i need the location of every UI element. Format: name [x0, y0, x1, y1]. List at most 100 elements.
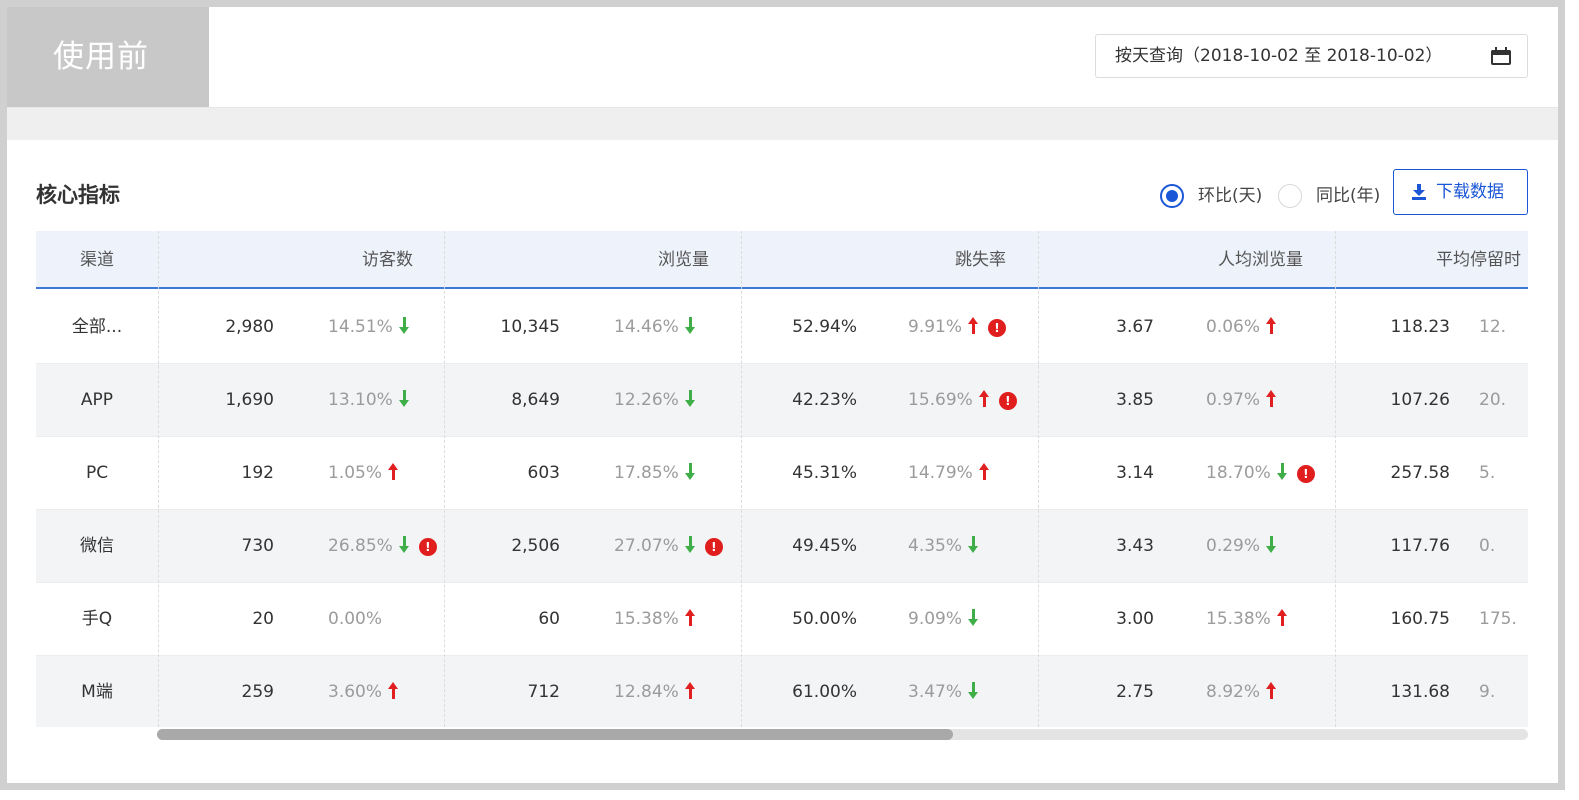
arrow-up-icon — [684, 609, 695, 626]
change-percent: 12.26% — [614, 390, 679, 410]
cell-bounce-change: 9.09% — [908, 583, 979, 656]
cell-bounce-value: 52.94% — [792, 317, 857, 337]
alert-icon[interactable]: ! — [704, 538, 723, 556]
arrow-down-icon — [684, 463, 695, 480]
radio-dot-checked — [1160, 184, 1184, 208]
cell-stay-change: 175. — [1479, 609, 1517, 629]
cell-visitors-change: 13.10% — [328, 364, 409, 437]
change-percent: 14.46% — [614, 317, 679, 337]
change-percent: 15.69% — [908, 390, 973, 410]
change-percent: 15.38% — [1206, 609, 1271, 629]
change-percent: 14.79% — [908, 463, 973, 483]
page-frame: 使用前 按天查询（2018-10-02 至 2018-10-02） 核心指标 环… — [0, 0, 1565, 790]
change-percent: 0.06% — [1206, 317, 1261, 337]
cell-stay-value: 107.26 — [1390, 390, 1450, 410]
cell-bounce-change: 4.35% — [908, 510, 979, 583]
arrow-up-icon — [1266, 317, 1277, 334]
change-percent: 18.70% — [1206, 463, 1271, 483]
change-percent: 13.10% — [328, 390, 393, 410]
date-range-picker[interactable]: 按天查询（2018-10-02 至 2018-10-02） — [1095, 34, 1528, 78]
arrow-up-icon — [1266, 390, 1277, 407]
change-percent: 17.85% — [614, 463, 679, 483]
cell-bounce-value: 42.23% — [792, 390, 857, 410]
arrow-down-icon — [684, 536, 695, 553]
cell-bounce-change: 3.47% — [908, 656, 979, 727]
cell-avgpv-value: 2.75 — [1116, 682, 1154, 702]
top-bar: 使用前 按天查询（2018-10-02 至 2018-10-02） — [7, 7, 1558, 107]
cell-bounce-change: 15.69%! — [908, 364, 1017, 437]
arrow-down-icon — [968, 609, 979, 626]
cell-pv-change: 27.07%! — [614, 510, 723, 583]
column-header-avg-pageviews[interactable]: 人均浏览量 — [1038, 231, 1303, 289]
horizontal-scrollbar[interactable] — [157, 729, 1528, 740]
column-header-visitors[interactable]: 访客数 — [158, 231, 413, 289]
arrow-up-icon — [388, 463, 399, 480]
column-divider — [158, 231, 159, 727]
cell-bounce-value: 45.31% — [792, 463, 857, 483]
cell-pv-change: 12.26% — [614, 364, 695, 437]
table-header: 渠道 访客数 浏览量 跳失率 人均浏览量 平均停留时 — [36, 231, 1528, 289]
arrow-up-icon — [968, 317, 979, 334]
column-header-bounce-rate[interactable]: 跳失率 — [741, 231, 1006, 289]
cell-avgpv-change: 15.38% — [1206, 583, 1287, 656]
cell-visitors-change: 26.85%! — [328, 510, 437, 583]
cell-avgpv-change: 8.92% — [1206, 656, 1277, 727]
radio-day-over-day[interactable]: 环比(天) — [1160, 181, 1270, 211]
before-badge: 使用前 — [7, 7, 209, 107]
divider-band — [7, 107, 1558, 140]
change-percent: 9.09% — [908, 609, 963, 629]
download-label: 下载数据 — [1436, 182, 1504, 202]
cell-channel: 全部... — [71, 317, 123, 337]
cell-visitors-value: 730 — [241, 536, 274, 556]
column-divider — [1038, 231, 1039, 727]
cell-pv-change: 15.38% — [614, 583, 695, 656]
cell-avgpv-change: 18.70%! — [1206, 437, 1315, 510]
change-percent: 0.29% — [1206, 536, 1261, 556]
change-percent: 3.47% — [908, 682, 963, 702]
cell-visitors-change: 14.51% — [328, 291, 409, 364]
arrow-down-icon — [398, 536, 409, 553]
column-header-pageviews[interactable]: 浏览量 — [444, 231, 709, 289]
cell-visitors-value: 259 — [241, 682, 274, 702]
table-row: PC 192 1.05% 603 17.85% 45.31% 14.79% 3.14 18.70… — [36, 437, 1528, 510]
alert-icon[interactable]: ! — [988, 319, 1007, 337]
cell-avgpv-value: 3.43 — [1116, 536, 1154, 556]
arrow-down-icon — [968, 682, 979, 699]
change-percent: 12.84% — [614, 682, 679, 702]
radio-year-over-year[interactable]: 同比(年) — [1278, 181, 1388, 211]
column-header-avg-stay[interactable]: 平均停留时 — [1335, 231, 1528, 289]
calendar-icon[interactable] — [1491, 47, 1511, 65]
cell-bounce-value: 50.00% — [792, 609, 857, 629]
alert-icon[interactable]: ! — [998, 392, 1017, 410]
cell-stay-change: 5. — [1479, 463, 1496, 483]
alert-icon[interactable]: ! — [418, 538, 437, 556]
cell-pv-change: 17.85% — [614, 437, 695, 510]
cell-channel: APP — [80, 390, 114, 410]
cell-stay-change: 20. — [1479, 390, 1507, 410]
cell-visitors-value: 192 — [241, 463, 274, 483]
cell-visitors-change: 3.60% — [328, 656, 399, 727]
scrollbar-thumb[interactable] — [157, 729, 953, 740]
arrow-down-icon — [398, 390, 409, 407]
column-divider — [1335, 231, 1336, 727]
alert-icon[interactable]: ! — [1296, 465, 1315, 483]
cell-bounce-change: 14.79% — [908, 437, 989, 510]
cell-pv-value: 60 — [538, 609, 560, 629]
cell-avgpv-value: 3.00 — [1116, 609, 1154, 629]
cell-channel: M端 — [81, 682, 113, 702]
change-percent: 26.85% — [328, 536, 393, 556]
download-data-button[interactable]: 下载数据 — [1393, 169, 1528, 215]
cell-pv-value: 2,506 — [511, 536, 560, 556]
change-percent: 3.60% — [328, 682, 383, 702]
cell-visitors-value: 1,690 — [225, 390, 274, 410]
arrow-up-icon — [388, 682, 399, 699]
cell-channel: PC — [85, 463, 109, 483]
table-row: 全部... 2,980 14.51% 10,345 14.46% 52.94% 9.91%!… — [36, 291, 1528, 364]
change-percent: 8.92% — [1206, 682, 1261, 702]
cell-stay-value: 131.68 — [1390, 682, 1450, 702]
change-percent: 0.97% — [1206, 390, 1261, 410]
change-percent: 9.91% — [908, 317, 963, 337]
download-icon — [1412, 184, 1426, 200]
table-row: 手Q 20 0.00% 60 15.38% 50.00% 9.09% 3.00 15.38% 16… — [36, 583, 1528, 656]
change-percent: 4.35% — [908, 536, 963, 556]
